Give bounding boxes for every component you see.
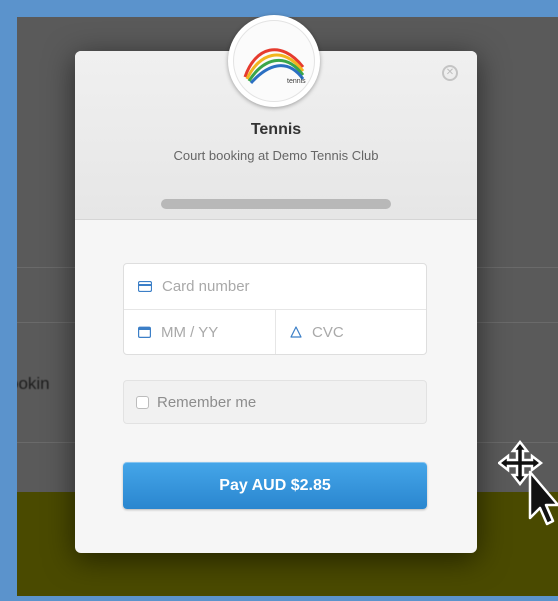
card-number-input[interactable]: [160, 277, 426, 296]
expiry-input[interactable]: [159, 322, 275, 342]
card-details-group: [123, 263, 427, 355]
cvc-input[interactable]: [310, 322, 426, 342]
credit-card-icon: [138, 281, 152, 292]
remember-me-toggle[interactable]: Remember me: [123, 380, 427, 424]
background-booking-text: ookin: [17, 374, 50, 393]
remember-label: Remember me: [157, 393, 257, 411]
card-number-field[interactable]: [124, 264, 426, 310]
move-cursor-icon: [498, 439, 558, 526]
merchant-logo: tennis: [228, 15, 320, 107]
cvc-field[interactable]: [276, 310, 426, 354]
calendar-icon: [138, 326, 151, 338]
expiry-field[interactable]: [124, 310, 276, 354]
email-placeholder-bar: [161, 199, 391, 209]
merchant-description: Court booking at Demo Tennis Club: [173, 148, 379, 163]
pay-button[interactable]: Pay AUD $2.85: [123, 462, 427, 509]
merchant-title: Tennis: [250, 121, 302, 138]
remember-checkbox[interactable]: [136, 395, 149, 409]
close-icon: ✕: [445, 67, 455, 78]
tennis-logo-icon: tennis: [243, 48, 306, 85]
logo-wordmark: tennis: [287, 78, 306, 85]
close-button[interactable]: ✕: [442, 65, 458, 81]
logo-inner-circle: tennis: [233, 20, 315, 102]
lock-icon: [290, 326, 302, 338]
checkout-modal: Tennis Court booking at Demo Tennis Club…: [75, 15, 477, 553]
